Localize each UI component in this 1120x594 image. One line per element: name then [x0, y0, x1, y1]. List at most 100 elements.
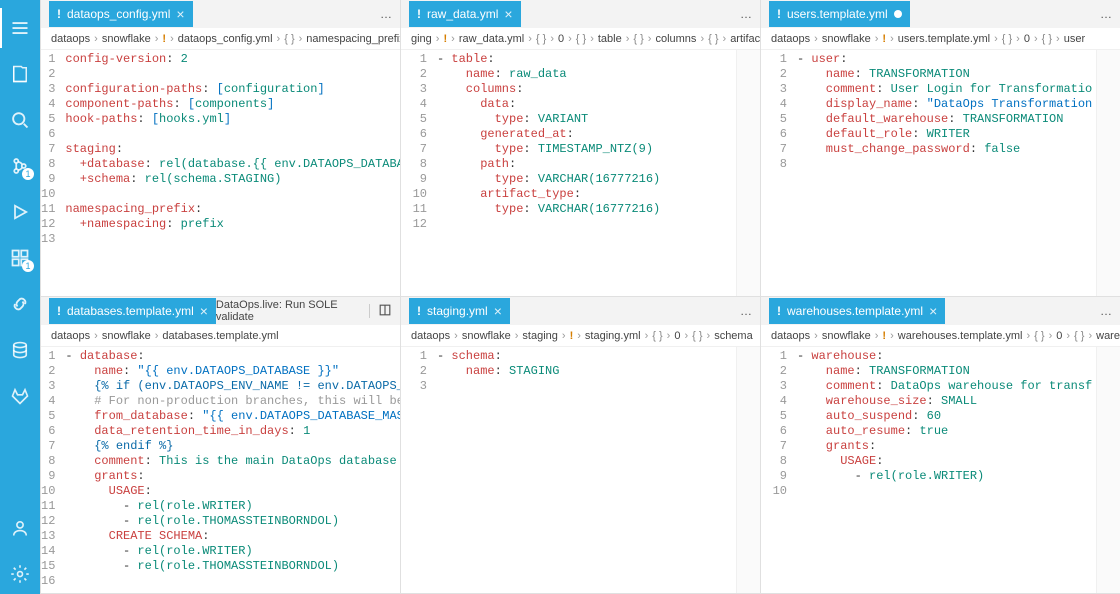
editor-command-label[interactable]: DataOps.live: Run SOLE validate — [216, 299, 361, 323]
breadcrumb-segment[interactable]: snowflake — [822, 33, 871, 45]
close-icon[interactable]: × — [504, 6, 512, 22]
breadcrumb-segment[interactable]: ging — [411, 33, 432, 45]
overflow-icon[interactable]: … — [380, 7, 392, 21]
extensions-icon[interactable]: 1 — [0, 238, 40, 278]
code-editor[interactable]: 12345678910- warehouse: name: TRANSFORMA… — [761, 347, 1120, 593]
minimap[interactable] — [1096, 50, 1120, 296]
object-icon[interactable]: { } — [576, 33, 586, 45]
breadcrumb-segment[interactable]: warehouses.template.yml — [898, 330, 1023, 342]
breadcrumb-segment[interactable]: 0 — [1056, 330, 1062, 342]
breadcrumb-segment[interactable]: user — [1064, 33, 1085, 45]
tab[interactable]: !raw_data.yml× — [409, 1, 521, 27]
file-icon[interactable]: ! — [162, 33, 166, 45]
breadcrumb-segment[interactable]: table — [598, 33, 622, 45]
editor-group: !users.template.yml…dataops›snowflake›!›… — [760, 0, 1120, 297]
breadcrumb-segment[interactable]: snowflake — [102, 330, 151, 342]
tab[interactable]: !databases.template.yml× — [49, 298, 216, 324]
object-icon[interactable]: { } — [652, 330, 662, 342]
breadcrumb-segment[interactable]: 0 — [674, 330, 680, 342]
search-icon[interactable] — [0, 100, 40, 140]
breadcrumb[interactable]: dataops›snowflake›!›warehouses.template.… — [761, 325, 1120, 347]
code-content[interactable]: - schema: name: STAGING — [437, 347, 736, 593]
object-icon[interactable]: { } — [1034, 330, 1044, 342]
tab[interactable]: !staging.yml× — [409, 298, 510, 324]
minimap[interactable] — [1096, 347, 1120, 593]
minimap[interactable] — [736, 347, 760, 593]
breadcrumb-segment[interactable]: artifact_type — [730, 33, 760, 45]
explorer-icon[interactable] — [0, 54, 40, 94]
file-icon[interactable]: ! — [443, 33, 447, 45]
breadcrumb-segment[interactable]: 0 — [1024, 33, 1030, 45]
settings-icon[interactable] — [0, 554, 40, 594]
breadcrumb-segment[interactable]: dataops — [771, 330, 810, 342]
breadcrumb[interactable]: dataops›snowflake›!›dataops_config.yml›{… — [41, 28, 400, 50]
code-editor[interactable]: 123456789101112- table: name: raw_data c… — [401, 50, 760, 296]
file-icon[interactable]: ! — [882, 33, 886, 45]
tab-actions: … — [740, 7, 760, 21]
code-editor[interactable]: 12345678- user: name: TRANSFORMATION com… — [761, 50, 1120, 296]
minimap[interactable] — [736, 50, 760, 296]
database-icon[interactable] — [0, 330, 40, 370]
breadcrumb[interactable]: dataops›snowflake›!›users.template.yml›{… — [761, 28, 1120, 50]
breadcrumb-segment[interactable]: staging.yml — [585, 330, 641, 342]
scm-icon[interactable]: 1 — [0, 146, 40, 186]
tab[interactable]: !warehouses.template.yml× — [769, 298, 945, 324]
close-icon[interactable]: × — [494, 303, 502, 319]
breadcrumb-segment[interactable]: schema — [714, 330, 753, 342]
menu-icon[interactable] — [0, 8, 40, 48]
tab-bar: !warehouses.template.yml× … — [761, 297, 1120, 325]
overflow-icon[interactable]: … — [1100, 304, 1112, 318]
breadcrumb-segment[interactable]: namespacing_prefix — [306, 33, 400, 45]
code-editor[interactable]: 12345678910111213141516- database: name:… — [41, 347, 400, 593]
overflow-icon[interactable]: … — [740, 7, 752, 21]
breadcrumb-segment[interactable]: snowflake — [102, 33, 151, 45]
breadcrumb-segment[interactable]: 0 — [558, 33, 564, 45]
breadcrumb-segment[interactable]: wareho — [1096, 330, 1120, 342]
code-content[interactable]: - table: name: raw_data columns: data: t… — [437, 50, 736, 296]
object-icon[interactable]: { } — [284, 33, 294, 45]
overflow-icon[interactable]: … — [1100, 7, 1112, 21]
code-content[interactable]: - user: name: TRANSFORMATION comment: Us… — [797, 50, 1096, 296]
close-icon[interactable]: × — [200, 303, 208, 319]
breadcrumb[interactable]: dataops›snowflake›databases.template.yml — [41, 325, 400, 347]
tab[interactable]: !users.template.yml — [769, 1, 910, 27]
file-icon[interactable]: ! — [882, 330, 886, 342]
link-icon[interactable] — [0, 284, 40, 324]
file-icon[interactable]: ! — [570, 330, 574, 342]
code-content[interactable]: - database: name: "{{ env.DATAOPS_DATABA… — [65, 347, 400, 593]
breadcrumb-segment[interactable]: dataops — [411, 330, 450, 342]
breadcrumb-segment[interactable]: snowflake — [822, 330, 871, 342]
breadcrumb-segment[interactable]: dataops — [51, 33, 90, 45]
code-content[interactable]: - warehouse: name: TRANSFORMATION commen… — [797, 347, 1096, 593]
gitlab-icon[interactable] — [0, 376, 40, 416]
code-content[interactable]: config-version: 2configuration-paths: [c… — [65, 50, 400, 296]
overflow-icon[interactable]: … — [740, 304, 752, 318]
object-icon[interactable]: { } — [536, 33, 546, 45]
object-icon[interactable]: { } — [1002, 33, 1012, 45]
code-editor[interactable]: 12345678910111213config-version: 2config… — [41, 50, 400, 296]
breadcrumb-segment[interactable]: dataops_config.yml — [178, 33, 273, 45]
breadcrumb-segment[interactable]: databases.template.yml — [162, 330, 278, 342]
code-editor[interactable]: 123- schema: name: STAGING — [401, 347, 760, 593]
breadcrumb-segment[interactable]: raw_data.yml — [459, 33, 524, 45]
object-icon[interactable]: { } — [692, 330, 702, 342]
object-icon[interactable]: { } — [708, 33, 718, 45]
object-icon[interactable]: { } — [1074, 330, 1084, 342]
breadcrumb-segment[interactable]: staging — [522, 330, 557, 342]
breadcrumb[interactable]: dataops›snowflake›staging›!›staging.yml›… — [401, 325, 760, 347]
breadcrumb-segment[interactable]: snowflake — [462, 330, 511, 342]
tab[interactable]: !dataops_config.yml× — [49, 1, 193, 27]
breadcrumb-segment[interactable]: dataops — [771, 33, 810, 45]
breadcrumb-segment[interactable]: columns — [655, 33, 696, 45]
line-gutter: 12345678910111213 — [41, 50, 65, 296]
account-icon[interactable] — [0, 508, 40, 548]
close-icon[interactable]: × — [929, 303, 937, 319]
breadcrumb-segment[interactable]: dataops — [51, 330, 90, 342]
split-editor-icon[interactable] — [378, 303, 392, 320]
run-icon[interactable] — [0, 192, 40, 232]
object-icon[interactable]: { } — [1042, 33, 1052, 45]
breadcrumb[interactable]: ging›!›raw_data.yml›{ }›0›{ }›table›{ }›… — [401, 28, 760, 50]
object-icon[interactable]: { } — [633, 33, 643, 45]
close-icon[interactable]: × — [176, 6, 184, 22]
breadcrumb-segment[interactable]: users.template.yml — [898, 33, 990, 45]
